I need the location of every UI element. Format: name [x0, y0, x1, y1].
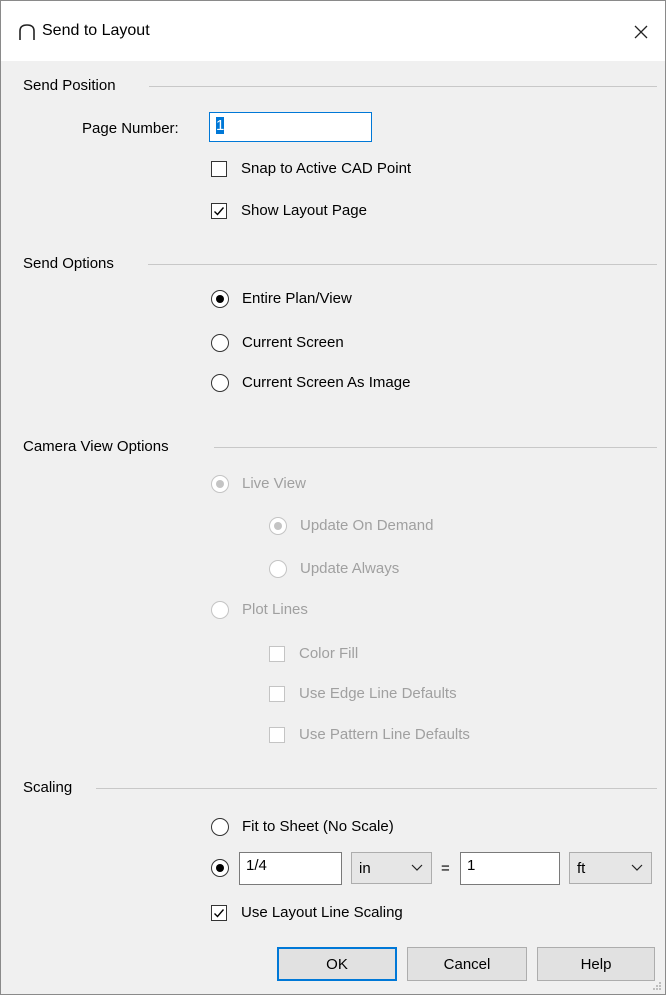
entire-plan-label: Entire Plan/View — [242, 290, 352, 307]
equals-sign: = — [441, 860, 450, 877]
help-button[interactable]: Help — [537, 947, 655, 981]
ok-button[interactable]: OK — [277, 947, 397, 981]
scale-left-input[interactable]: 1/4 — [239, 852, 342, 885]
pattern-line-defaults-label: Use Pattern Line Defaults — [299, 726, 470, 743]
page-number-value: 1 — [216, 117, 225, 134]
edge-line-defaults-label: Use Edge Line Defaults — [299, 685, 457, 702]
send-to-layout-dialog: Send to Layout Send Position Page Number… — [0, 0, 666, 995]
scale-right-unit-value: ft — [577, 860, 586, 877]
update-on-demand-radio[interactable] — [269, 517, 287, 535]
current-screen-radio[interactable] — [211, 334, 229, 352]
plot-lines-label: Plot Lines — [242, 601, 308, 618]
edge-line-defaults-checkbox[interactable] — [269, 686, 285, 702]
scale-right-value: 1 — [467, 857, 476, 874]
fit-to-sheet-label: Fit to Sheet (No Scale) — [242, 818, 394, 835]
checkmark-icon — [214, 909, 225, 918]
current-screen-label: Current Screen — [242, 334, 344, 351]
current-screen-image-label: Current Screen As Image — [242, 374, 411, 391]
snap-to-cad-point-checkbox[interactable] — [211, 161, 227, 177]
scale-radio[interactable] — [211, 859, 229, 877]
scale-left-unit-value: in — [359, 860, 371, 877]
scaling-header: Scaling — [23, 779, 73, 796]
update-always-radio[interactable] — [269, 560, 287, 578]
send-position-divider — [149, 86, 657, 87]
live-view-label: Live View — [242, 475, 306, 492]
current-screen-image-radio[interactable] — [211, 374, 229, 392]
pattern-line-defaults-checkbox[interactable] — [269, 727, 285, 743]
scale-left-unit-select[interactable]: in — [351, 852, 432, 884]
app-arch-icon — [18, 23, 36, 41]
plot-lines-radio[interactable] — [211, 601, 229, 619]
fit-to-sheet-radio[interactable] — [211, 818, 229, 836]
chevron-down-icon — [411, 864, 423, 871]
page-number-input[interactable]: 1 — [209, 112, 372, 142]
send-options-header: Send Options — [23, 255, 114, 272]
update-on-demand-label: Update On Demand — [300, 517, 434, 534]
camera-view-divider — [214, 447, 657, 448]
close-icon — [634, 25, 648, 39]
cancel-button[interactable]: Cancel — [407, 947, 527, 981]
checkmark-icon — [214, 207, 225, 216]
resize-grip-icon[interactable] — [652, 981, 662, 991]
title-bar: Send to Layout — [1, 1, 665, 61]
layout-line-scaling-label: Use Layout Line Scaling — [241, 904, 403, 921]
send-options-divider — [148, 264, 657, 265]
camera-view-header: Camera View Options — [23, 438, 169, 455]
snap-to-cad-point-label: Snap to Active CAD Point — [241, 160, 412, 177]
chevron-down-icon — [631, 864, 643, 871]
close-button[interactable] — [617, 9, 665, 55]
show-layout-page-label: Show Layout Page — [241, 202, 367, 219]
scale-left-value: 1/4 — [246, 857, 267, 874]
color-fill-checkbox[interactable] — [269, 646, 285, 662]
dialog-title: Send to Layout — [42, 22, 150, 39]
update-always-label: Update Always — [300, 560, 400, 577]
color-fill-label: Color Fill — [299, 645, 359, 662]
layout-line-scaling-checkbox[interactable] — [211, 905, 227, 921]
page-number-label: Page Number: — [82, 120, 179, 137]
show-layout-page-checkbox[interactable] — [211, 203, 227, 219]
scale-right-unit-select[interactable]: ft — [569, 852, 652, 884]
entire-plan-radio[interactable] — [211, 290, 229, 308]
scaling-divider — [96, 788, 657, 789]
send-position-header: Send Position — [23, 77, 116, 94]
live-view-radio[interactable] — [211, 475, 229, 493]
scale-right-input[interactable]: 1 — [460, 852, 560, 885]
